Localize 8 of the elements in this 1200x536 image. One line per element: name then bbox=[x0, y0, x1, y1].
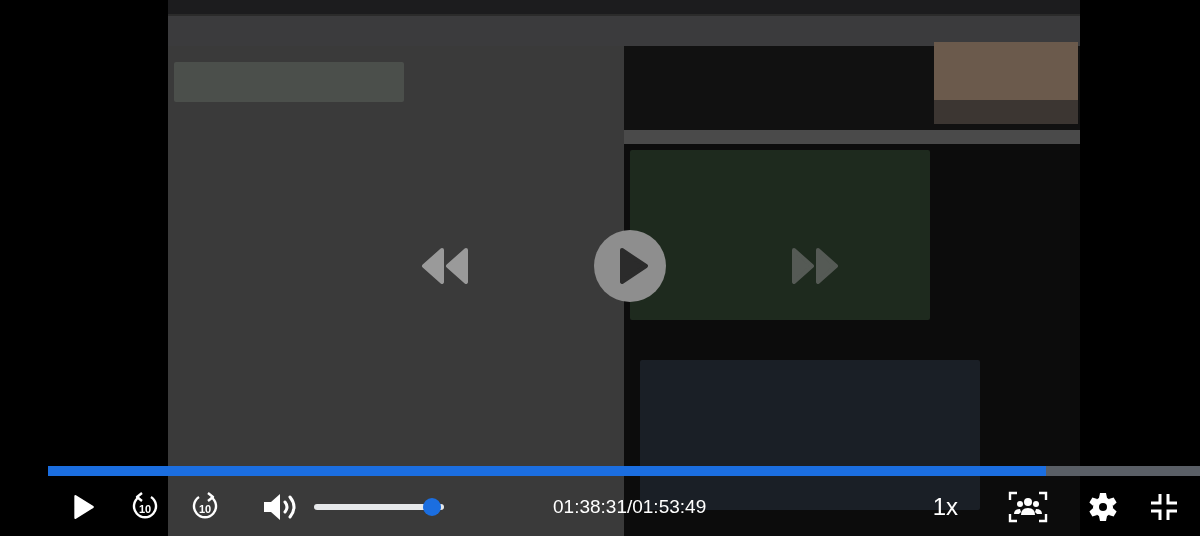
time-display: 01:38:31/01:53:49 bbox=[553, 494, 707, 519]
participants-button[interactable] bbox=[1008, 491, 1048, 523]
speed-button[interactable]: 1x bbox=[932, 489, 958, 525]
rewind-10-button[interactable]: 10 bbox=[130, 492, 160, 522]
exit-fullscreen-icon[interactable] bbox=[1150, 493, 1178, 521]
rewind-icon[interactable] bbox=[420, 248, 470, 284]
play-icon[interactable] bbox=[594, 230, 666, 302]
forward-10-button[interactable]: 10 bbox=[190, 492, 220, 522]
